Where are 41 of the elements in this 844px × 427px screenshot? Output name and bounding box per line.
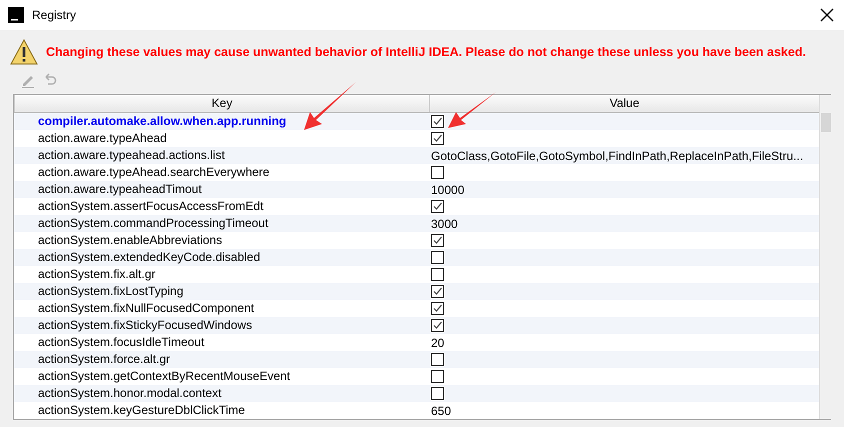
key-cell-text: compiler.automake.allow.when.app.running: [37, 113, 288, 130]
checkbox[interactable]: [431, 319, 444, 332]
key-cell-text: action.aware.typeaheadTimout: [37, 181, 203, 198]
key-cell-text: actionSystem.focusIdleTimeout: [37, 334, 206, 351]
key-cell-text: actionSystem.honor.modal.context: [37, 385, 222, 402]
key-cell-text: actionSystem.force.alt.gr: [37, 351, 172, 368]
checkbox[interactable]: [431, 234, 444, 247]
key-cell-text: actionSystem.extendedKeyCode.disabled: [37, 249, 262, 266]
checkbox[interactable]: [431, 302, 444, 315]
key-cell-text: actionSystem.keyGestureDblClickTime: [37, 402, 246, 419]
value-cell: 20: [431, 336, 444, 350]
checkbox[interactable]: [431, 353, 444, 366]
checkbox[interactable]: [431, 251, 444, 264]
key-cell-text: actionSystem.fixNullFocusedComponent: [37, 300, 256, 317]
key-cell-text: actionSystem.assertFocusAccessFromEdt: [37, 198, 264, 215]
checkbox[interactable]: [431, 387, 444, 400]
key-cell-text: action.aware.typeahead.actions.list: [37, 147, 226, 164]
key-cell-text: actionSystem.fixLostTyping: [37, 283, 184, 300]
key-cell-text: action.aware.typeAhead: [37, 130, 168, 147]
checkbox[interactable]: [431, 370, 444, 383]
key-cell-text: action.aware.typeAhead.searchEverywhere: [37, 164, 270, 181]
checkbox[interactable]: [431, 200, 444, 213]
warning-message: Changing these values may cause unwanted behavior of IntelliJ IDEA. Please do not change these unless you have been asked.: [46, 45, 806, 59]
checkbox[interactable]: [431, 115, 444, 128]
key-cell-text: actionSystem.commandProcessingTimeout: [37, 215, 270, 232]
key-cell-text: actionSystem.fix.alt.gr: [37, 266, 156, 283]
checkbox[interactable]: [431, 166, 444, 179]
key-cell-text: actionSystem.getContextByRecentMouseEvent: [37, 368, 292, 385]
window-title: Registry: [32, 8, 78, 22]
value-cell: 3000: [431, 216, 458, 230]
warning-icon: [10, 39, 38, 65]
value-cell: 10000: [431, 182, 464, 196]
scrollbar[interactable]: [819, 95, 832, 419]
checkbox[interactable]: [431, 285, 444, 298]
value-cell: 650: [431, 404, 452, 418]
checkbox[interactable]: [431, 132, 444, 145]
value-cell: GotoClass,GotoFile,GotoSymbol,FindInPath,ReplaceInPath,FileStru...: [431, 148, 804, 162]
close-icon[interactable]: [820, 8, 834, 22]
key-cell-text: actionSystem.enableAbbreviations: [37, 232, 224, 249]
key-cell-text: actionSystem.fixStickyFocusedWindows: [37, 317, 254, 334]
checkbox[interactable]: [431, 268, 444, 281]
